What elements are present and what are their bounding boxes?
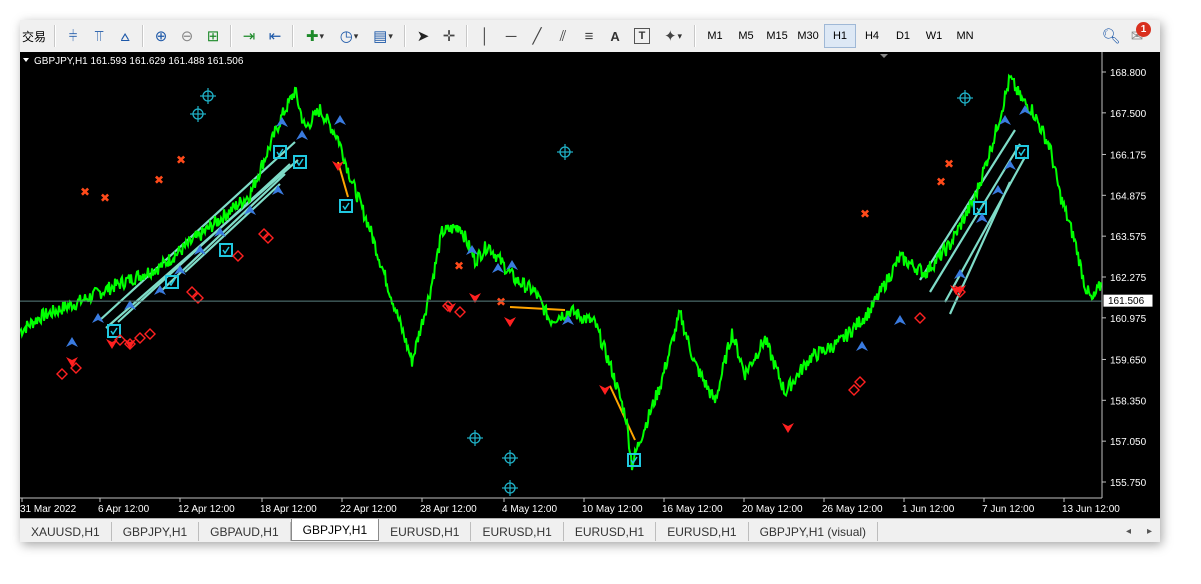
time-tick-label: 7 Jun 12:00: [982, 504, 1035, 515]
time-tick-label: 1 Jun 12:00: [902, 504, 955, 515]
chart-shift-icon[interactable]: ⇤: [262, 24, 288, 48]
price-tick-label: 167.500: [1110, 109, 1147, 120]
zoom-out-icon[interactable]: ⊖: [174, 24, 200, 48]
chart-tab[interactable]: EURUSD,H1: [471, 522, 564, 541]
timeframe-m1-button[interactable]: M1: [700, 25, 730, 47]
tab-scroll-left-icon[interactable]: ◂: [1126, 526, 1131, 537]
time-tick-label: 16 May 12:00: [662, 504, 723, 515]
price-tick-label: 155.750: [1110, 478, 1147, 489]
price-tick-label: 168.800: [1110, 68, 1147, 79]
price-tick-label: 159.650: [1110, 355, 1147, 366]
time-tick-label: 31 Mar 2022: [20, 504, 77, 515]
x-marker-icon: ✖: [936, 175, 946, 189]
equidistant-channel-icon[interactable]: ⫽: [550, 24, 576, 48]
x-marker-icon: ✖: [454, 259, 464, 273]
timeframe-group: M1 M5 M15 M30 H1 H4 D1 W1 MN: [700, 24, 980, 48]
chart-tab[interactable]: EURUSD,H1: [379, 522, 472, 541]
timeframe-m15-button[interactable]: M15: [762, 25, 792, 47]
x-marker-icon: ✖: [860, 207, 870, 221]
chart-tab[interactable]: GBPJPY,H1: [112, 522, 200, 541]
vertical-line-icon[interactable]: │: [472, 24, 498, 48]
notification-count-badge: 1: [1136, 22, 1151, 37]
price-chart[interactable]: ✖ ✖ ✖ ✖ ✖ ✖ ✖ ✖ ✖ 168.800 167.500 166.175 164.875 16…: [20, 52, 1160, 538]
auto-scroll-icon[interactable]: ⇥: [236, 24, 262, 48]
time-tick-label: 26 May 12:00: [822, 504, 883, 515]
text-label-button[interactable]: T: [634, 28, 651, 44]
terminal-window: 交易 ⫩ ⫪ ⩟ ⊕ ⊖ ⊞ ⇥ ⇤ ✚ ◷ ▤ ➤ ✛ │ ─ ╱ ⫽ ≡ A…: [20, 20, 1160, 542]
fibonacci-icon[interactable]: ≡: [576, 24, 602, 48]
price-tick-label: 160.975: [1110, 314, 1147, 325]
zoom-in-icon[interactable]: ⊕: [148, 24, 174, 48]
chart-canvas[interactable]: ✖✖✖ ✖✖✖✖✖✖ 168.800167.500166.175164.87516…: [20, 52, 1160, 518]
tile-windows-icon[interactable]: ⊞: [200, 24, 226, 48]
toolbar-separator: [54, 25, 57, 47]
indicators-icon[interactable]: ✚: [298, 24, 332, 48]
price-tick-label: 162.275: [1110, 273, 1147, 284]
text-tool-button[interactable]: A: [602, 24, 628, 48]
toolbar: 交易 ⫩ ⫪ ⩟ ⊕ ⊖ ⊞ ⇥ ⇤ ✚ ◷ ▤ ➤ ✛ │ ─ ╱ ⫽ ≡ A…: [20, 20, 1160, 53]
time-tick-label: 18 Apr 12:00: [260, 504, 317, 515]
time-tick-label: 22 Apr 12:00: [340, 504, 397, 515]
time-tick-label: 28 Apr 12:00: [420, 504, 477, 515]
candlestick-icon[interactable]: ⫪: [86, 24, 112, 48]
line-chart-icon[interactable]: ⩟: [112, 24, 138, 48]
templates-icon[interactable]: ▤: [366, 24, 400, 48]
symbol-header: GBPJPY,H1 161.593 161.629 161.488 161.50…: [34, 56, 244, 67]
notifications-icon[interactable]: ✉ 1: [1124, 22, 1151, 48]
toolbar-separator: [230, 25, 233, 47]
current-price-label: 161.506: [1108, 296, 1145, 307]
tab-scroll: ◂ ▸: [1126, 522, 1160, 541]
x-marker-icon: ✖: [80, 185, 90, 199]
bar-chart-icon[interactable]: ⫩: [60, 24, 86, 48]
horizontal-line-icon[interactable]: ─: [498, 24, 524, 48]
price-axis: 168.800 167.500 166.175 164.875 163.575 162.2…: [1102, 68, 1147, 489]
trade-button[interactable]: 交易: [20, 28, 50, 45]
tab-scroll-right-icon[interactable]: ▸: [1147, 526, 1152, 537]
timeframe-w1-button[interactable]: W1: [919, 25, 949, 47]
time-tick-label: 12 Apr 12:00: [178, 504, 235, 515]
chart-tab[interactable]: GBPJPY,H1 (visual): [749, 522, 879, 541]
time-axis: 31 Mar 2022 6 Apr 12:00 12 Apr 12:00 18 Apr…: [20, 498, 1120, 515]
timeframe-mn-button[interactable]: MN: [950, 25, 980, 47]
chart-tab[interactable]: GBPJPY,H1: [290, 519, 380, 541]
timeframe-d1-button[interactable]: D1: [888, 25, 918, 47]
toolbar-separator: [292, 25, 295, 47]
time-tick-label: 20 May 12:00: [742, 504, 803, 515]
periods-clock-icon[interactable]: ◷: [332, 24, 366, 48]
x-marker-icon: ✖: [496, 295, 506, 309]
chart-tab[interactable]: XAUUSD,H1: [20, 522, 112, 541]
cursor-icon[interactable]: ➤: [410, 24, 436, 48]
toolbar-right: 🔍︎ ✉ 1: [1098, 22, 1160, 48]
chart-tab[interactable]: EURUSD,H1: [564, 522, 657, 541]
chart-tab[interactable]: GBPAUD,H1: [199, 522, 291, 541]
crosshair-icon[interactable]: ✛: [436, 24, 462, 48]
x-marker-icon: ✖: [154, 173, 164, 187]
search-icon[interactable]: 🔍︎: [1098, 24, 1124, 48]
price-tick-label: 158.350: [1110, 396, 1147, 407]
price-tick-label: 166.175: [1110, 150, 1147, 161]
x-marker-icon: ✖: [176, 153, 186, 167]
time-tick-label: 4 May 12:00: [502, 504, 557, 515]
time-tick-label: 13 Jun 12:00: [1062, 504, 1120, 515]
price-tick-label: 157.050: [1110, 437, 1147, 448]
toolbar-separator: [404, 25, 407, 47]
price-tick-label: 164.875: [1110, 191, 1147, 202]
timeframe-m30-button[interactable]: M30: [793, 25, 823, 47]
chart-tab[interactable]: EURUSD,H1: [656, 522, 749, 541]
toolbar-separator: [142, 25, 145, 47]
toolbar-separator: [694, 25, 697, 47]
chart-tabs: XAUUSD,H1 GBPJPY,H1 GBPAUD,H1 GBPJPY,H1 EURU…: [20, 518, 1160, 541]
time-tick-label: 6 Apr 12:00: [98, 504, 150, 515]
x-marker-icon: ✖: [100, 191, 110, 205]
price-tick-label: 163.575: [1110, 232, 1147, 243]
trend-line-icon[interactable]: ╱: [524, 24, 550, 48]
toolbar-separator: [466, 25, 469, 47]
timeframe-h4-button[interactable]: H4: [857, 25, 887, 47]
timeframe-h1-button[interactable]: H1: [824, 24, 857, 48]
timeframe-m5-button[interactable]: M5: [731, 25, 761, 47]
time-tick-label: 10 May 12:00: [582, 504, 643, 515]
x-marker-icon: ✖: [944, 157, 954, 171]
arrows-icon[interactable]: ✦: [656, 24, 690, 48]
